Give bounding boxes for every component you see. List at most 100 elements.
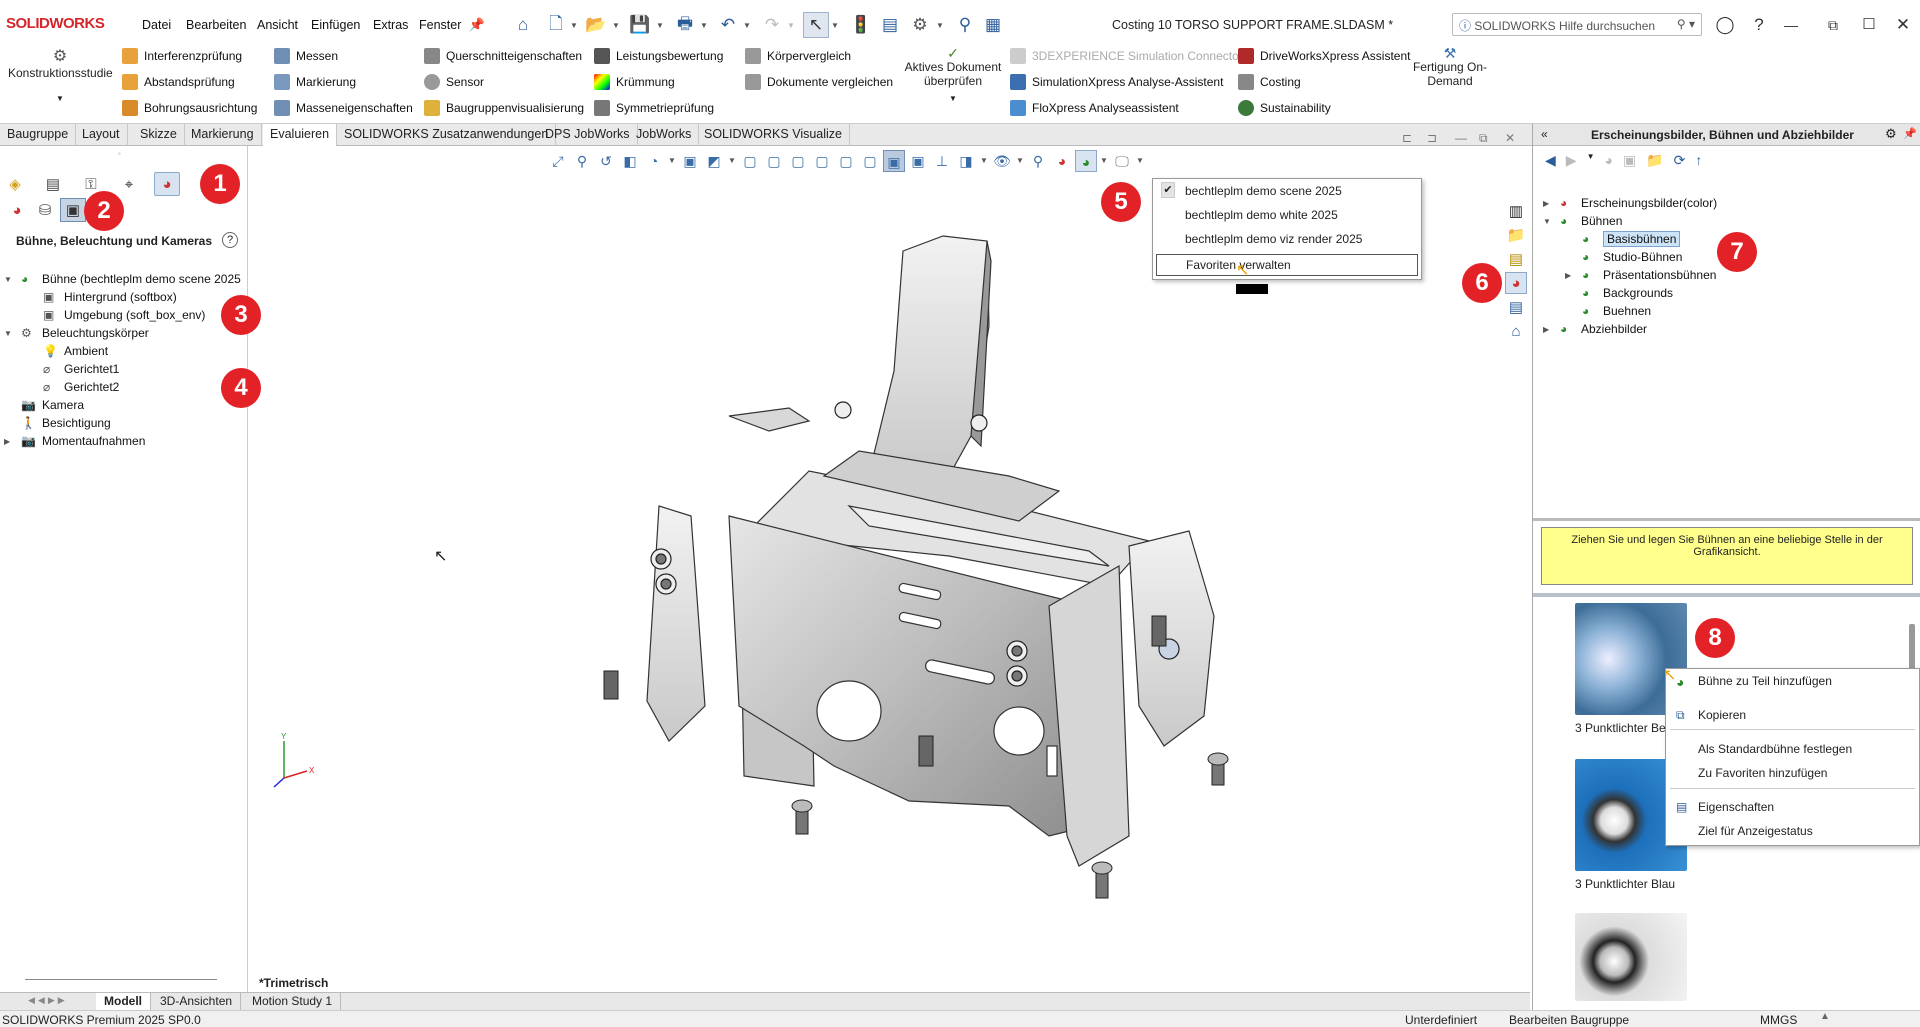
save-dropdown-icon[interactable]: ▼ — [655, 12, 665, 38]
markierung-button[interactable]: Markierung — [274, 73, 413, 91]
zoom-to-fit-icon[interactable]: ⤢ — [547, 150, 569, 172]
right-view-icon[interactable]: ▢ — [811, 150, 833, 172]
viewport-minimize-icon[interactable]: — — [1455, 131, 1467, 145]
scene-tree-item[interactable]: ▶ 📷 Momentaufnahmen — [4, 432, 241, 450]
shaded-with-edges-icon[interactable]: ◨ — [955, 150, 977, 172]
scene-option-viz-render[interactable]: bechtleplm demo viz render 2025 — [1153, 227, 1421, 251]
tab-3d-ansichten[interactable]: 3D-Ansichten — [152, 993, 242, 1011]
print-dropdown-icon[interactable]: ▼ — [699, 12, 709, 38]
home-icon[interactable]: ⌂ — [510, 12, 536, 38]
floxpress-button[interactable]: FloXpress Analyseassistent — [1010, 99, 1243, 117]
viewport-close-icon[interactable]: ✕ — [1505, 131, 1515, 145]
featuremanager-tab-icon[interactable]: ◈ — [2, 172, 28, 196]
aktives-dropdown-icon[interactable]: ▼ — [900, 92, 1006, 106]
querschnitteigenschaften-button[interactable]: Querschnitteigenschaften — [424, 47, 584, 65]
propertymanager-tab-icon[interactable]: ▤ — [40, 172, 66, 196]
tab-scroll-arrows-icon[interactable]: ◀◀▶▶ — [28, 995, 68, 1006]
tab-jobworks[interactable]: JobWorks — [629, 124, 700, 146]
tab-skizze[interactable]: Skizze — [133, 124, 185, 146]
new-dropdown-icon[interactable]: ▼ — [569, 12, 579, 38]
status-units[interactable]: MMGS — [1760, 1013, 1797, 1027]
apply-scene-dropdown-icon[interactable]: ▼ — [1099, 150, 1109, 172]
scene-tree-item[interactable]: ▼ ◕ Bühne (bechtleplm demo scene 2025 — [4, 270, 241, 288]
task-pane-settings-icon[interactable]: ⚙ — [1885, 126, 1897, 142]
tab-evaluieren[interactable]: Evaluieren — [263, 124, 338, 146]
scene-option-demo-scene[interactable]: bechtleplm demo scene 2025 — [1153, 179, 1421, 203]
tab-solidworks-zusatzanwendungen[interactable]: SOLIDWORKS Zusatzanwendungen — [337, 124, 557, 146]
view-orientation-icon[interactable]: ▣ — [679, 150, 701, 172]
undo-dropdown-icon[interactable]: ▼ — [742, 12, 752, 38]
help-search-input[interactable]: ⓘ SOLIDWORKS Hilfe durchsuchen ⚲ ▾ — [1452, 13, 1702, 36]
panel-splitter-handle[interactable]: ◦ — [118, 149, 121, 158]
select-icon[interactable]: ↖ — [803, 12, 829, 38]
options-gear-icon[interactable]: ⚙ — [907, 12, 933, 38]
aktives-dokument-ueberpruefen-button[interactable]: ✓ Aktives Dokument überprüfen ▼ — [900, 46, 1006, 106]
library-tree-item[interactable]: ▶ ◕ Präsentationsbühnen — [1543, 266, 1717, 284]
scene-tree-item[interactable]: 🚶 Besichtigung — [4, 414, 241, 432]
scene-tree-item[interactable]: ▣ Umgebung (soft_box_env) — [4, 306, 241, 324]
ctx-ziel-fuer-anzeigestatus[interactable]: Ziel für Anzeigestatus — [1666, 819, 1919, 843]
tab-solidworks-visualize[interactable]: SOLIDWORKS Visualize — [697, 124, 851, 146]
back-icon[interactable]: ◀ — [1545, 152, 1556, 169]
left-view-icon[interactable]: ▢ — [787, 150, 809, 172]
expand-toggle-icon[interactable]: ▼ — [4, 329, 16, 338]
scene-tree-item[interactable]: ⌀ Gerichtet1 — [4, 360, 241, 378]
zoom-to-area-icon[interactable]: ⚲ — [571, 150, 593, 172]
costing-button[interactable]: Costing — [1238, 73, 1411, 91]
scene-tree-item[interactable]: ▣ Hintergrund (softbox) — [4, 288, 241, 306]
sustainability-button[interactable]: Sustainability — [1238, 99, 1411, 117]
file-explorer-icon[interactable]: ▤ — [1505, 248, 1527, 270]
appearances-scenes-tab-icon[interactable]: ◕ — [1505, 272, 1527, 294]
tab-motion-study-1[interactable]: Motion Study 1 — [244, 993, 342, 1011]
display-style-icon[interactable]: ◩ — [703, 150, 725, 172]
add-appearance-icon[interactable]: ◕ — [1604, 152, 1612, 169]
menu-einfuegen[interactable]: Einfügen — [311, 18, 360, 32]
solidworks-logo[interactable]: SOLIDWORKS — [6, 15, 105, 32]
appearances-subtab-icon[interactable]: ◕ — [4, 198, 30, 222]
sensor-button[interactable]: Sensor — [424, 73, 584, 91]
dynamic-annotation-icon[interactable]: ◔ — [643, 150, 665, 172]
library-tree-item[interactable]: ◕ Studio-Bühnen — [1543, 248, 1717, 266]
open-icon[interactable]: 📂 — [583, 12, 609, 38]
open-dropdown-icon[interactable]: ▼ — [611, 12, 621, 38]
viewport-restore-icon[interactable]: ⧉ — [1479, 131, 1488, 146]
bohrungsausrichtung-button[interactable]: Bohrungsausrichtung — [122, 99, 257, 117]
pane-splitter-2[interactable] — [1533, 593, 1920, 597]
back-view-icon[interactable]: ▢ — [763, 150, 785, 172]
select-dropdown-icon[interactable]: ▼ — [830, 12, 840, 38]
scene-tree-item[interactable]: ▼ ⚙ Beleuchtungskörper — [4, 324, 241, 342]
expand-toggle-icon[interactable]: ▼ — [4, 275, 16, 284]
scene-thumbnail-3[interactable] — [1575, 913, 1687, 1001]
tab-baugruppe[interactable]: Baugruppe — [0, 124, 77, 146]
messen-button[interactable]: Messen — [274, 47, 413, 65]
solidworks-resources-icon[interactable]: ▥ — [1505, 200, 1527, 222]
viewport-collapse-right-icon[interactable]: ⊐ — [1427, 131, 1437, 145]
design-library-icon[interactable]: 📁 — [1505, 224, 1527, 246]
close-window-icon[interactable]: ✕ — [1890, 12, 1916, 38]
section-view-icon[interactable]: ◧ — [619, 150, 641, 172]
ctx-buehne-zu-teil-hinzufuegen[interactable]: Bühne zu Teil hinzufügen — [1666, 669, 1919, 693]
library-tree-item[interactable]: ▶ ◕ Abziehbilder — [1543, 320, 1717, 338]
bottom-view-icon[interactable]: ▢ — [859, 150, 881, 172]
print-icon[interactable]: 🖶 — [672, 12, 698, 38]
options-dropdown-icon[interactable]: ▼ — [935, 12, 945, 38]
collapse-pane-icon[interactable]: « — [1541, 127, 1548, 141]
trimetric-view-icon[interactable]: ▣ — [907, 150, 929, 172]
view-dropdown-4-icon[interactable]: ▼ — [1015, 150, 1025, 172]
ctx-als-standardbuehne[interactable]: Als Standardbühne festlegen — [1666, 737, 1919, 761]
library-tree-item[interactable]: ◕ Backgrounds — [1543, 284, 1717, 302]
tab-modell[interactable]: Modell — [96, 993, 151, 1011]
new-document-icon[interactable]: 🗋 — [543, 12, 569, 38]
menu-datei[interactable]: Datei — [142, 18, 171, 32]
forward-icon[interactable]: ▶ — [1566, 152, 1577, 169]
tab-markierung[interactable]: Markierung — [184, 124, 262, 146]
expand-toggle-icon[interactable]: ▼ — [1543, 217, 1555, 226]
refresh-icon[interactable]: ⟳ — [1674, 152, 1686, 169]
scene-lights-cameras-subtab-icon[interactable]: ▣ — [60, 198, 86, 222]
panel-help-icon[interactable]: ? — [222, 232, 238, 248]
redo-icon[interactable]: ↷ — [759, 12, 785, 38]
scene-tree-item[interactable]: 💡 Ambient — [4, 342, 241, 360]
isometric-view-icon[interactable]: ▣ — [883, 150, 905, 172]
ctx-eigenschaften[interactable]: Eigenschaften — [1666, 795, 1919, 819]
ctx-kopieren[interactable]: Kopieren — [1666, 703, 1919, 727]
